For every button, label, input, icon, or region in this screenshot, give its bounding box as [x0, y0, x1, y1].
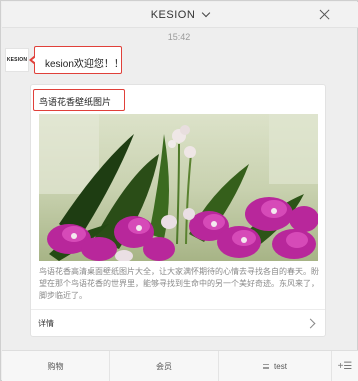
keyboard-toggle-icon[interactable]: +☰	[332, 351, 358, 381]
chevron-right-icon	[305, 318, 316, 329]
menu-item-shopping[interactable]: 购物	[2, 351, 110, 381]
avatar[interactable]: KESION	[5, 48, 29, 72]
custom-menu-bar: 购物 会员 test +☰	[2, 350, 358, 381]
avatar-logo-text: KESION	[6, 57, 28, 63]
menu-item-label: 购物	[47, 362, 64, 371]
message-bubble: kesion欢迎您！！	[29, 46, 124, 74]
article-cover-image[interactable]	[39, 114, 318, 261]
message-text: kesion欢迎您！！	[45, 59, 124, 70]
article-title: 鸟语花香壁纸图片	[39, 97, 112, 107]
menu-list-icon	[263, 364, 270, 369]
chat-header: KESION	[2, 2, 358, 28]
read-more-label: 详情	[38, 319, 54, 328]
menu-item-label: test	[274, 362, 287, 371]
menu-item-member[interactable]: 会员	[110, 351, 219, 381]
chevron-down-icon	[202, 8, 211, 18]
article-card[interactable]: 鸟语花香壁纸图片 鸟语花香高清桌面壁纸图片大全，让大家满怀期待的心情去寻找各自的…	[30, 84, 326, 337]
article-description: 鸟语花香高清桌面壁纸图片大全，让大家满怀期待的心情去寻找各自的春天。盼望在那个鸟…	[39, 267, 319, 300]
orchid-photo	[39, 114, 318, 261]
close-icon[interactable]	[318, 8, 332, 22]
article-title-highlight: 鸟语花香壁纸图片	[33, 89, 125, 111]
account-switcher[interactable]: KESION	[2, 8, 358, 21]
account-name: KESION	[150, 9, 196, 21]
menu-item-test[interactable]: test	[219, 351, 332, 381]
menu-item-label: 会员	[156, 362, 172, 371]
read-more-link[interactable]: 详情	[31, 310, 325, 337]
message-timestamp: 15:42	[167, 32, 191, 42]
chat-window: KESION 15:42 KESION kesion欢迎您！！ 鸟语花香壁纸图片	[0, 0, 358, 381]
